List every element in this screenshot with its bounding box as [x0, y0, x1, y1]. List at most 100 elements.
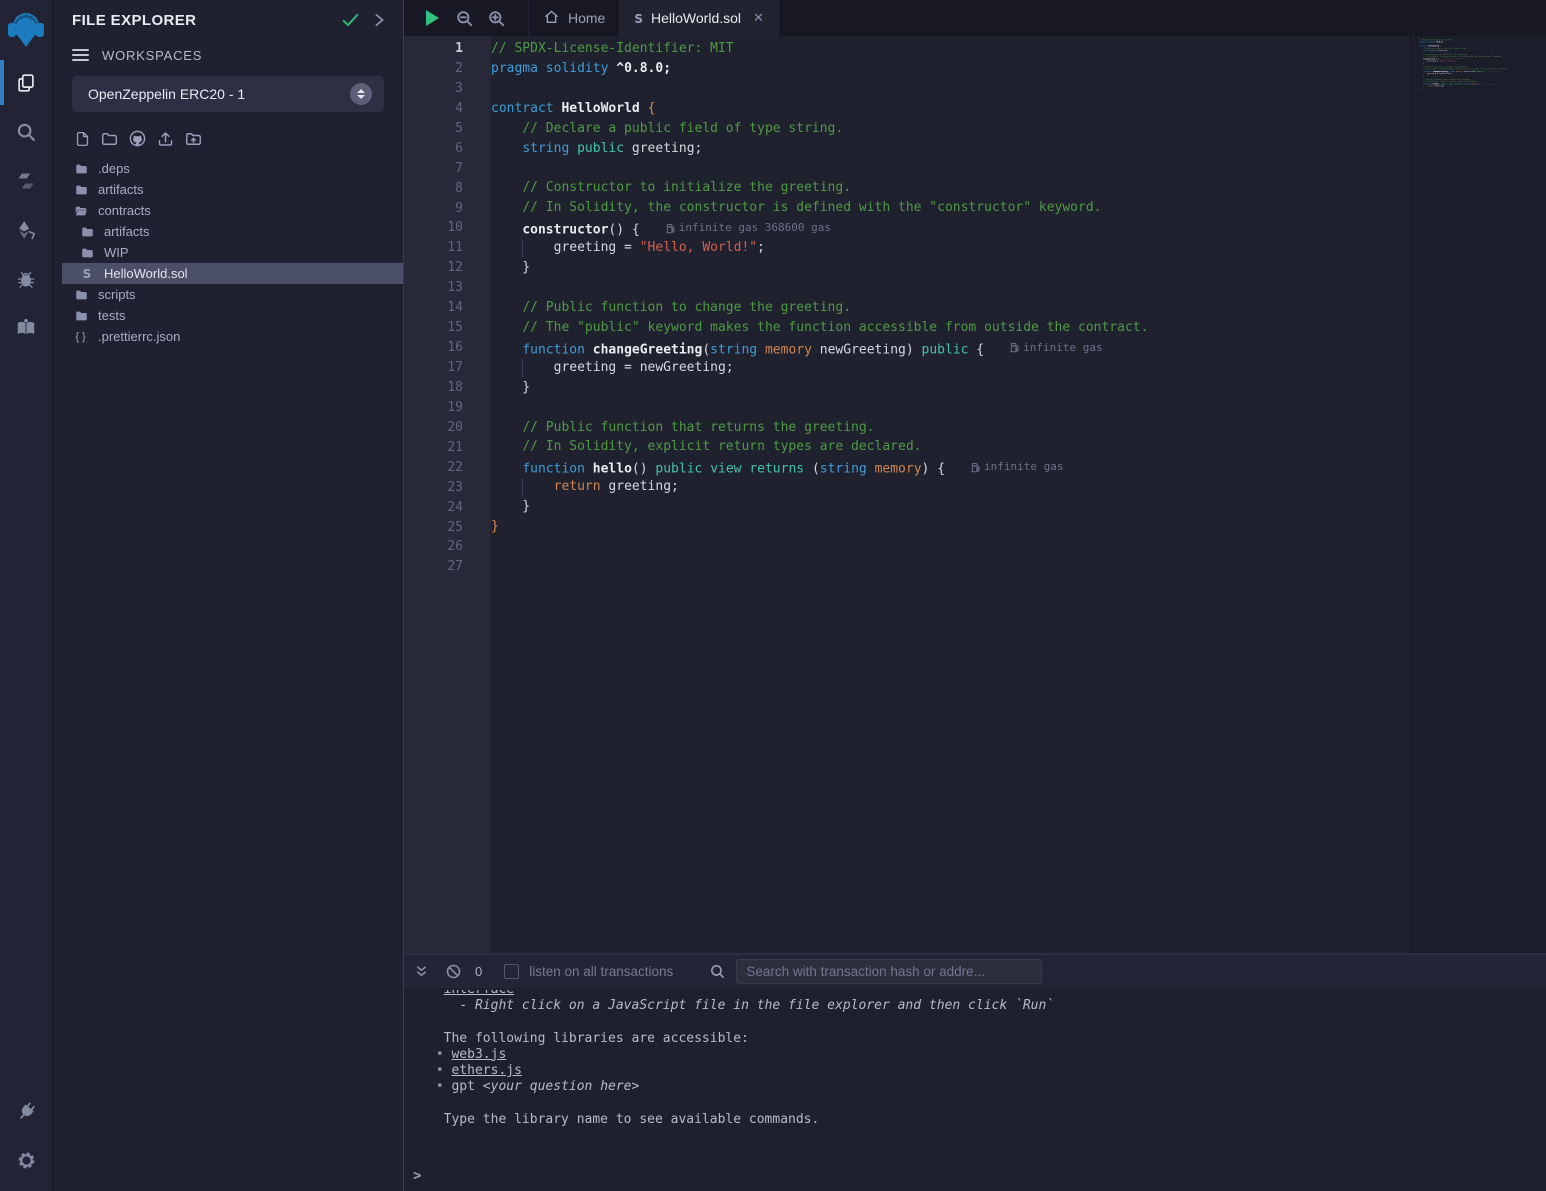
solidity-file-icon: S — [79, 267, 95, 281]
tab-home[interactable]: Home — [528, 0, 620, 36]
terminal-link[interactable]: interface — [444, 990, 514, 997]
chevrons-down-icon[interactable] — [414, 964, 429, 979]
listen-transactions-checkbox[interactable] — [504, 964, 519, 979]
terminal-line: • ethers.js — [428, 1063, 1546, 1079]
zoom-out-icon[interactable] — [448, 0, 480, 36]
code-line-16: function changeGreeting(string memory ne… — [491, 338, 1410, 358]
line-number: 19 — [404, 398, 463, 418]
editor-main: HomeSHelloWorld.sol✕ 1234567891011121314… — [404, 0, 1546, 1191]
folder-icon — [73, 183, 89, 197]
activity-bar-items — [0, 58, 53, 352]
code-pane[interactable]: // SPDX-License-Identifier: MITpragma so… — [491, 36, 1410, 953]
workspace-updown-icon[interactable] — [350, 83, 372, 105]
line-number: 7 — [404, 159, 463, 179]
line-number: 13 — [404, 278, 463, 298]
code-line-15: // The "public" keyword makes the functi… — [491, 318, 1410, 338]
code-line-2: pragma solidity ^0.8.0; — [491, 59, 1410, 79]
line-number: 27 — [404, 557, 463, 577]
terminal-link[interactable]: web3.js — [451, 1047, 506, 1062]
tree-item-label: artifacts — [104, 224, 150, 239]
remix-ide-window: FILE EXPLORER WORKSPACES OpenZeppelin ER… — [0, 0, 1546, 1191]
code-line-6: string public greeting; — [491, 139, 1410, 159]
activity-item-plugin-manager[interactable] — [0, 1087, 53, 1136]
tree-item-.deps[interactable]: .deps — [53, 158, 403, 179]
editor-body: 1234567891011121314151617181920212223242… — [404, 36, 1546, 953]
minimap[interactable]: // SPDX-License-Identifier: MITpragma so… — [1410, 36, 1546, 953]
activity-item-debugger[interactable] — [0, 254, 53, 303]
activity-item-settings[interactable] — [0, 1136, 53, 1185]
circle-slash-icon[interactable] — [445, 963, 462, 980]
github-icon[interactable] — [128, 129, 147, 148]
code-line-4: contract HelloWorld { — [491, 99, 1410, 119]
tree-item-artifacts[interactable]: artifacts — [53, 179, 403, 200]
search-icon — [15, 121, 37, 143]
line-number: 21 — [404, 438, 463, 458]
tree-item-label: contracts — [98, 203, 151, 218]
folder-icon — [79, 225, 95, 239]
upload-folder-icon[interactable] — [184, 130, 203, 148]
tab-helloworld-sol[interactable]: SHelloWorld.sol✕ — [620, 0, 779, 36]
tree-item-tests[interactable]: tests — [53, 305, 403, 326]
file-explorer-panel: FILE EXPLORER WORKSPACES OpenZeppelin ER… — [53, 0, 404, 1191]
terminal-line: Type the library name to see available c… — [428, 1112, 1546, 1128]
plug-icon — [16, 1101, 37, 1122]
solidity-icon — [16, 170, 36, 192]
code-line-27 — [1419, 93, 1541, 95]
tree-item-artifacts[interactable]: artifacts — [53, 221, 403, 242]
terminal-link[interactable]: ethers.js — [451, 1063, 521, 1078]
ethereum-deploy-icon — [15, 219, 37, 241]
check-icon[interactable] — [342, 13, 359, 27]
code-line-27 — [491, 557, 1410, 577]
solidity-file-icon: S — [634, 10, 643, 26]
folder-icon — [73, 162, 89, 176]
file-explorer-toolbar — [53, 112, 403, 154]
workspaces-menu-icon[interactable] — [72, 49, 89, 61]
upload-file-icon[interactable] — [156, 130, 175, 148]
line-number: 16 — [404, 338, 463, 358]
tree-item-label: WIP — [104, 245, 129, 260]
transaction-count-badge: 0 — [475, 964, 482, 979]
chevron-right-icon[interactable] — [373, 13, 385, 27]
code-line-13 — [491, 278, 1410, 298]
activity-item-deploy-and-run[interactable] — [0, 205, 53, 254]
workspace-dropdown[interactable]: OpenZeppelin ERC20 - 1 — [72, 76, 384, 112]
new-folder-icon[interactable] — [100, 130, 119, 148]
folder-icon — [73, 288, 89, 302]
terminal-line: interface — [428, 990, 1546, 998]
tab-label: Home — [568, 10, 605, 26]
terminal-prompt[interactable]: > — [413, 1168, 421, 1184]
tree-item-scripts[interactable]: scripts — [53, 284, 403, 305]
run-icon[interactable] — [416, 0, 448, 36]
activity-item-solidity-learneth[interactable] — [0, 303, 53, 352]
new-file-icon[interactable] — [74, 130, 91, 148]
tree-item-label: artifacts — [98, 182, 144, 197]
activity-item-search[interactable] — [0, 107, 53, 156]
panel-header: FILE EXPLORER — [53, 0, 403, 40]
terminal-search-input[interactable] — [736, 959, 1042, 984]
line-number: 20 — [404, 418, 463, 438]
line-number: 2 — [404, 59, 463, 79]
remix-logo-icon[interactable] — [0, 0, 53, 58]
line-number: 23 — [404, 478, 463, 498]
tree-item-contracts[interactable]: contracts — [53, 200, 403, 221]
panel-title: FILE EXPLORER — [72, 12, 328, 29]
gas-estimate-hint: infinite gas — [971, 457, 1063, 477]
line-number: 12 — [404, 258, 463, 278]
bug-icon — [15, 268, 37, 290]
line-number: 14 — [404, 298, 463, 318]
zoom-in-icon[interactable] — [480, 0, 512, 36]
close-tab-icon[interactable]: ✕ — [753, 10, 764, 26]
activity-item-solidity-compiler[interactable] — [0, 156, 53, 205]
activity-item-file-explorer[interactable] — [0, 58, 53, 107]
code-line-11: greeting = "Hello, World!"; — [491, 238, 1410, 258]
tree-item-helloworld.sol[interactable]: SHelloWorld.sol — [62, 263, 403, 284]
terminal-body[interactable]: interface - Right click on a JavaScript … — [404, 990, 1546, 1191]
tree-item-.prettierrc.json[interactable]: { }.prettierrc.json — [53, 326, 403, 347]
terminal-line — [428, 1095, 1546, 1111]
json-file-icon: { } — [73, 331, 89, 343]
tree-item-wip[interactable]: WIP — [53, 242, 403, 263]
code-line-18: } — [491, 378, 1410, 398]
activity-bar-bottom — [0, 1087, 53, 1185]
editor-gutter: 1234567891011121314151617181920212223242… — [404, 36, 491, 953]
line-number: 4 — [404, 99, 463, 119]
